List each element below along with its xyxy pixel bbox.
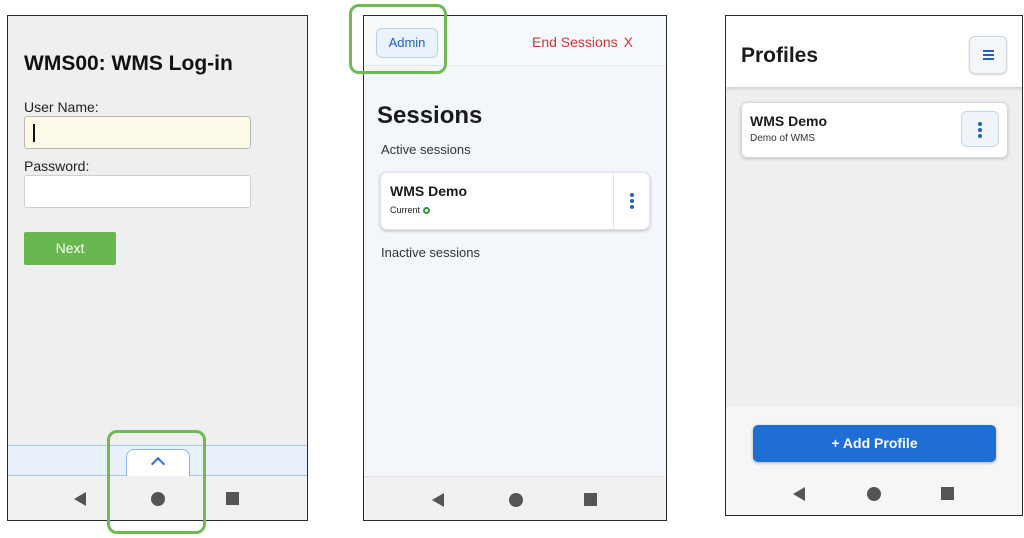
password-field[interactable] [24,175,251,208]
close-icon: X [623,34,633,50]
session-status-label: Current [390,205,421,215]
back-icon[interactable] [432,493,444,507]
hamburger-icon [983,50,994,62]
session-name: WMS Demo [390,183,467,199]
username-field[interactable] [24,116,251,149]
page-title: Profiles [741,44,819,67]
more-options-icon [978,122,982,140]
session-more-options-icon[interactable] [630,193,634,211]
back-icon[interactable] [74,492,86,506]
status-active-icon [423,207,431,214]
profiles-screen: Profiles WMS Demo Demo of WMS + Add Prof… [725,15,1023,516]
home-icon[interactable] [509,493,523,507]
profile-more-options-button[interactable] [961,111,999,147]
inactive-sessions-label: Inactive sessions [381,245,480,260]
sessions-screen: Admin End Sessions X Sessions Active sess… [363,15,667,521]
profile-description: Demo of WMS [750,133,816,144]
page-title: Sessions [377,102,483,129]
active-sessions-label: Active sessions [381,142,471,157]
highlight-drawer-toggle [107,430,206,534]
menu-button[interactable] [969,36,1007,74]
back-icon[interactable] [793,487,805,501]
highlight-admin-button [349,4,447,74]
profile-card[interactable]: WMS Demo Demo of WMS [741,102,1008,158]
android-nav-bar [364,476,666,520]
recent-apps-icon[interactable] [226,492,239,505]
profile-name: WMS Demo [750,113,827,129]
card-divider [613,173,614,229]
end-sessions-label: End Sessions [532,34,618,50]
recent-apps-icon[interactable] [584,493,597,506]
session-card[interactable]: WMS Demo Current [380,172,650,230]
home-icon[interactable] [867,487,881,501]
android-nav-bar [726,471,1022,515]
text-cursor [33,124,35,142]
next-button[interactable]: Next [24,232,116,265]
session-status: Current [390,205,431,215]
end-sessions-button[interactable]: End Sessions X [532,34,633,50]
username-label: User Name: [24,99,99,115]
add-profile-button[interactable]: + Add Profile [753,425,996,462]
login-title: WMS00: WMS Log-in [24,52,233,75]
recent-apps-icon[interactable] [941,487,954,500]
profiles-header: Profiles [726,16,1022,87]
password-label: Password: [24,158,90,174]
